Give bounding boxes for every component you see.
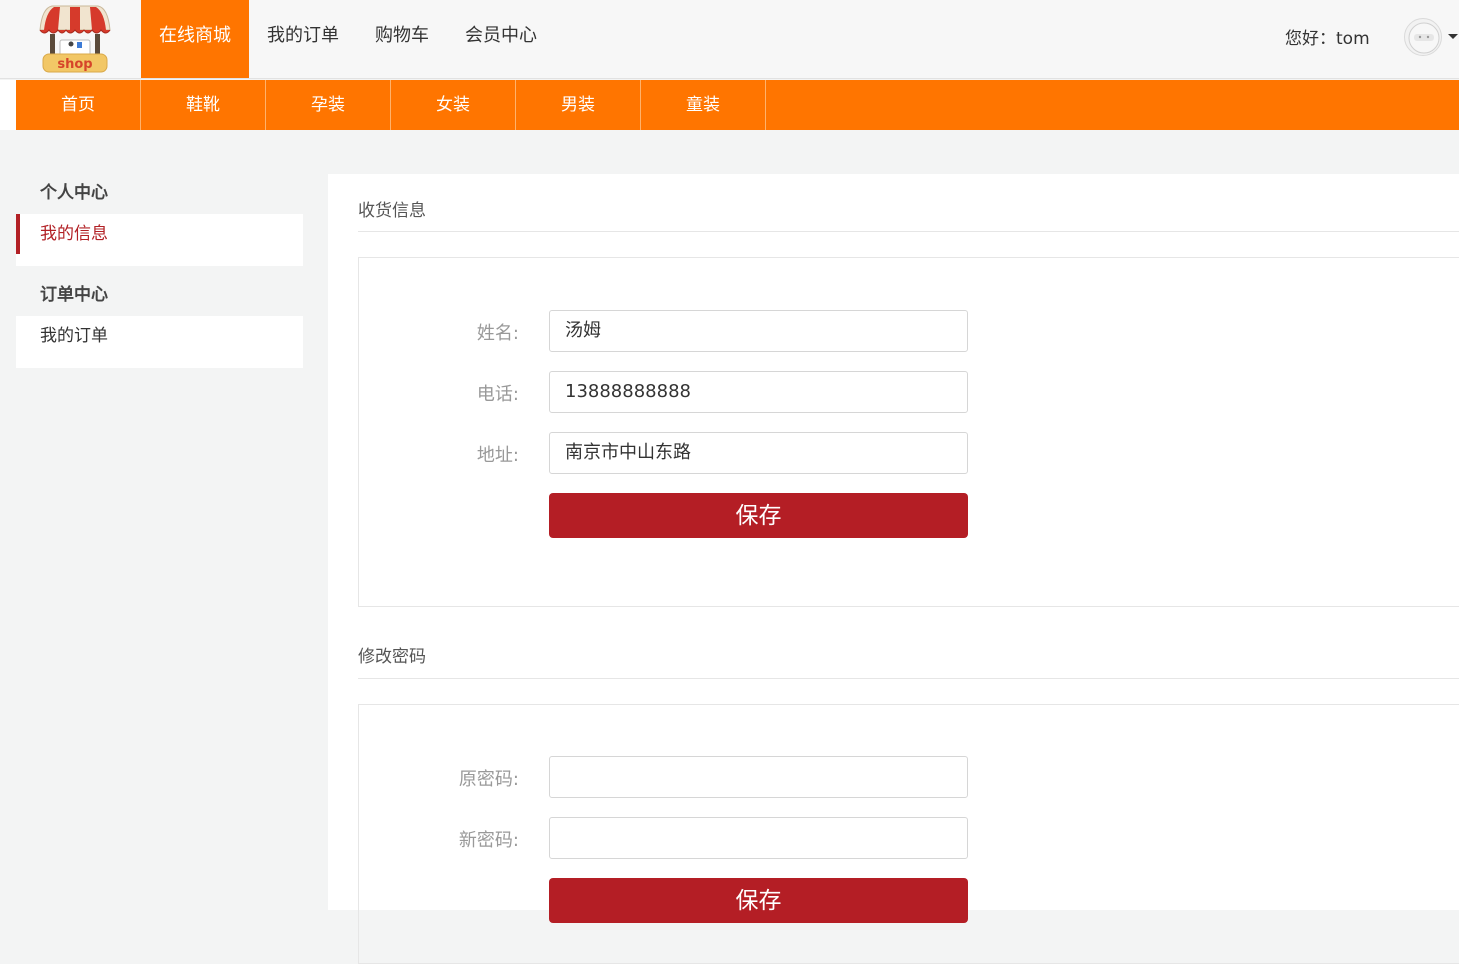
category-women[interactable]: 女装: [391, 80, 516, 130]
sidebar-group-title: 订单中心: [40, 285, 108, 305]
user-avatar-icon: [1408, 22, 1440, 54]
category-bar: 首页 鞋靴 孕装 女装 男装 童装: [16, 80, 1459, 130]
top-header: shop 在线商城 我的订单 购物车 会员中心 您好：tom: [0, 0, 1459, 79]
new-password-row: 新密码:: [359, 817, 1059, 859]
sidebar: 个人中心 我的信息 订单中心 我的订单: [16, 170, 303, 368]
user-greeting: 您好：tom: [1285, 29, 1370, 49]
phone-field[interactable]: 13888888888: [549, 371, 968, 413]
name-row: 姓名: 汤姆: [359, 310, 1059, 352]
address-label: 地址:: [476, 445, 519, 466]
category-kids[interactable]: 童装: [641, 80, 766, 130]
divider: [358, 678, 1459, 679]
nav-online-mall[interactable]: 在线商城: [141, 0, 249, 78]
top-nav: 在线商城 我的订单 购物车 会员中心: [141, 0, 555, 78]
nav-cart[interactable]: 购物车: [357, 0, 447, 78]
password-form-panel: 原密码: 新密码: 保存: [358, 704, 1459, 964]
avatar[interactable]: [1404, 18, 1442, 56]
old-password-field[interactable]: [549, 756, 968, 798]
svg-text:shop: shop: [57, 57, 92, 72]
save-password-button[interactable]: 保存: [549, 878, 968, 923]
name-field[interactable]: 汤姆: [549, 310, 968, 352]
nav-member-center[interactable]: 会员中心: [447, 0, 555, 78]
password-section-title: 修改密码: [358, 647, 426, 667]
main-content: 收货信息 姓名: 汤姆 电话: 13888888888 地址: 南京市中山东路 …: [328, 174, 1459, 964]
old-password-row: 原密码:: [359, 756, 1059, 798]
address-row: 地址: 南京市中山东路: [359, 432, 1059, 474]
category-men[interactable]: 男装: [516, 80, 641, 130]
new-password-field[interactable]: [549, 817, 968, 859]
shipping-form-panel: 姓名: 汤姆 电话: 13888888888 地址: 南京市中山东路 保存: [358, 257, 1459, 607]
shop-logo-icon: shop: [39, 5, 111, 73]
chevron-down-icon[interactable]: [1448, 34, 1458, 39]
category-bar-gutter: [0, 80, 16, 130]
shop-logo[interactable]: shop: [30, 2, 120, 76]
category-shoes[interactable]: 鞋靴: [141, 80, 266, 130]
new-password-label: 新密码:: [458, 830, 519, 851]
address-field[interactable]: 南京市中山东路: [549, 432, 968, 474]
sidebar-group-orders: 我的订单: [16, 316, 303, 368]
sidebar-group-title: 个人中心: [40, 183, 108, 203]
shipping-section-title: 收货信息: [358, 201, 426, 221]
sidebar-item-my-orders[interactable]: 我的订单: [16, 316, 303, 368]
category-maternity[interactable]: 孕装: [266, 80, 391, 130]
name-label: 姓名:: [476, 323, 519, 344]
old-password-label: 原密码:: [458, 769, 519, 790]
nav-my-orders[interactable]: 我的订单: [249, 0, 357, 78]
category-home[interactable]: 首页: [16, 80, 141, 130]
phone-row: 电话: 13888888888: [359, 371, 1059, 413]
divider: [358, 231, 1459, 232]
phone-label: 电话:: [476, 384, 519, 405]
sidebar-group-personal: 我的信息: [16, 214, 303, 266]
save-shipping-button[interactable]: 保存: [549, 493, 968, 538]
sidebar-item-my-info[interactable]: 我的信息: [16, 214, 303, 266]
